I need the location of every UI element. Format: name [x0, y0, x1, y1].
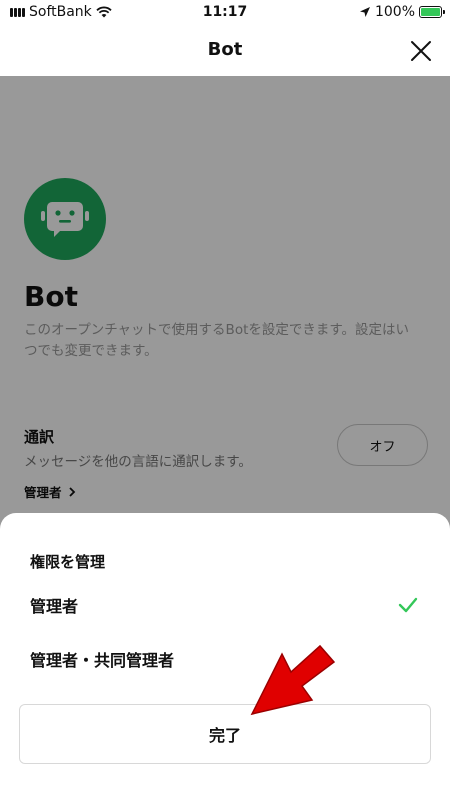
permission-bottom-sheet: 権限を管理 管理者 管理者・共同管理者 完了: [0, 513, 450, 800]
check-icon: [398, 597, 418, 613]
location-icon: [359, 7, 370, 17]
nav-title: Bot: [207, 39, 243, 60]
battery-icon: [419, 6, 445, 18]
option-admin[interactable]: 管理者: [0, 583, 450, 627]
option-label: 管理者・共同管理者: [30, 651, 175, 670]
option-label: 管理者: [30, 597, 79, 616]
battery-percent: 100%: [374, 4, 415, 20]
sheet-title: 権限を管理: [30, 553, 106, 571]
nav-bar: Bot: [0, 26, 450, 76]
done-button[interactable]: 完了: [19, 704, 431, 764]
status-bar: SoftBank 11:17 100%: [0, 0, 450, 26]
status-right: 100%: [359, 4, 445, 20]
annotation-arrow-icon: [250, 644, 336, 716]
close-icon[interactable]: [408, 38, 434, 64]
option-admin-coadmin[interactable]: 管理者・共同管理者: [0, 637, 450, 681]
